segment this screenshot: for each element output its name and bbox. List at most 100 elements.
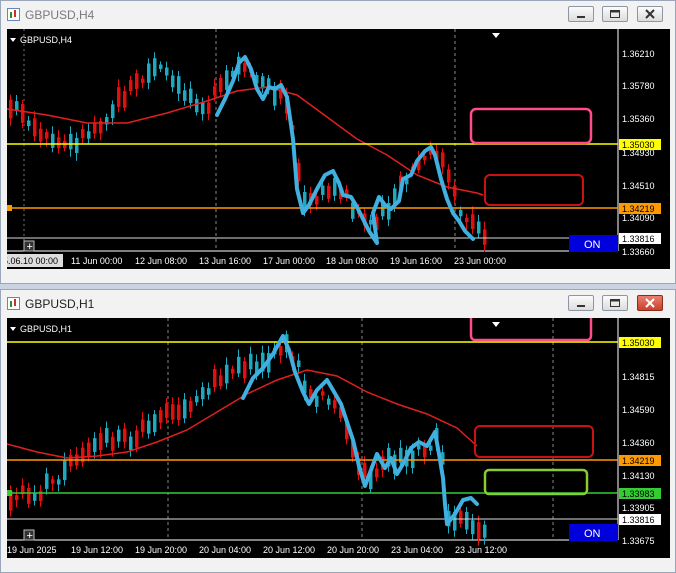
candle-body (243, 361, 247, 379)
window-title: GBPUSD,H1 (25, 297, 95, 311)
candle-body (459, 510, 463, 524)
candle-body (321, 391, 325, 396)
svg-text:17 Jun 00:00: 17 Jun 00:00 (263, 256, 315, 266)
zone-box-pink[interactable] (469, 318, 593, 342)
maximize-button[interactable] (602, 6, 628, 22)
svg-text:1.33660: 1.33660 (622, 247, 655, 257)
candle-body (375, 468, 379, 478)
candle-body (453, 185, 457, 197)
candle-body (39, 128, 43, 142)
candle-body (201, 102, 205, 115)
candle-body (21, 103, 25, 123)
svg-text:23 Jun 12:00: 23 Jun 12:00 (455, 545, 507, 555)
candle-body (315, 395, 319, 407)
zone-box-pink[interactable] (469, 107, 593, 145)
candle-body (201, 387, 205, 400)
candle-body (483, 229, 487, 245)
chart-menu-icon[interactable] (10, 327, 16, 331)
chart-window-icon (7, 297, 20, 310)
close-button[interactable] (637, 6, 663, 22)
chart-window-h4[interactable]: GBPUSD,H4 GBPUSD,H4 + 1.36210 1.35780 1.… (0, 0, 676, 284)
price-tag-yellow-text: 1.35030 (622, 140, 655, 150)
candle-body (183, 90, 187, 101)
svg-text:19 Jun 16:00: 19 Jun 16:00 (390, 256, 442, 266)
svg-text:13 Jun 16:00: 13 Jun 16:00 (199, 256, 251, 266)
zone-box-red[interactable] (484, 174, 584, 206)
title-bar[interactable]: GBPUSD,H4 (1, 1, 675, 29)
candle-body (159, 64, 163, 69)
svg-text:19 Jun 12:00: 19 Jun 12:00 (71, 545, 123, 555)
candle-body (51, 479, 55, 484)
candle-body (99, 433, 103, 451)
candle-body (279, 345, 283, 356)
svg-text:1.34090: 1.34090 (622, 213, 655, 223)
candle-body (171, 75, 175, 88)
candles (9, 330, 487, 546)
candle-body (153, 58, 157, 77)
candle-body (465, 217, 469, 223)
candle-body (93, 123, 97, 134)
minimize-icon (577, 305, 585, 307)
candle-body (153, 414, 157, 433)
candle-body (225, 364, 229, 384)
level-line-handle[interactable] (7, 490, 12, 496)
candle-body (105, 428, 109, 443)
chart-window-h1[interactable]: GBPUSD,H1 GBPUSD,H1 + 1.34815 1.34590 1.… (0, 289, 676, 573)
candle-body (141, 419, 145, 432)
candle-body (123, 428, 127, 443)
svg-text:12 Jun 08:00: 12 Jun 08:00 (135, 256, 187, 266)
candle-body (165, 403, 169, 418)
candle-body (327, 185, 331, 199)
title-bar[interactable]: GBPUSD,H1 (1, 290, 675, 318)
candle-body (147, 63, 151, 83)
zone-box-green[interactable] (483, 468, 589, 496)
minimize-button[interactable] (568, 6, 594, 22)
candle-body (471, 214, 475, 230)
svg-text:18 Jun 08:00: 18 Jun 08:00 (326, 256, 378, 266)
candle-body (51, 133, 55, 148)
candle-body (93, 438, 97, 452)
chart-shift-icon[interactable] (492, 322, 500, 327)
candle-body (117, 429, 121, 442)
candle-body (213, 369, 217, 388)
candle-body (33, 492, 37, 501)
chart-shift-icon[interactable] (492, 33, 500, 38)
candle-body (429, 445, 433, 451)
on-button-label: ON (584, 239, 601, 251)
candle-body (483, 524, 487, 538)
chart-area[interactable]: GBPUSD,H1 + 1.34815 1.34590 1.34360 1.34… (7, 318, 670, 558)
candle-body (111, 436, 115, 451)
candle-body (27, 487, 31, 504)
minimize-icon (577, 16, 585, 18)
plus-icon-glyph: + (27, 530, 33, 542)
candle-body (477, 522, 481, 540)
svg-text:20 Jun 20:00: 20 Jun 20:00 (327, 545, 379, 555)
candle-body (243, 63, 247, 72)
maximize-button[interactable] (602, 295, 628, 311)
candle-body (441, 152, 445, 168)
candle-body (87, 442, 91, 458)
candle-body (249, 353, 253, 370)
close-button[interactable] (637, 295, 663, 311)
candle-body (81, 129, 85, 139)
candle-body (213, 86, 217, 96)
candle-body (123, 91, 127, 108)
minimize-button[interactable] (568, 295, 594, 311)
price-tag-orange-text: 1.34219 (622, 204, 655, 214)
candle-body (477, 221, 481, 234)
candle-body (129, 436, 133, 450)
candle-body (471, 520, 475, 535)
level-line-handle[interactable] (7, 205, 12, 211)
candle-body (147, 420, 151, 434)
chart-menu-icon[interactable] (10, 38, 16, 42)
chart-area[interactable]: GBPUSD,H4 + 1.36210 1.35780 1.35360 1.34… (7, 29, 670, 269)
candle-body (327, 398, 331, 405)
candle-body (27, 120, 31, 127)
maximize-icon (610, 10, 620, 18)
zone-box-red[interactable] (474, 425, 594, 458)
candle-body (15, 495, 19, 501)
svg-text:1.35780: 1.35780 (622, 81, 655, 91)
candle-body (129, 80, 133, 92)
candle-body (207, 388, 211, 395)
candle-body (423, 155, 427, 161)
